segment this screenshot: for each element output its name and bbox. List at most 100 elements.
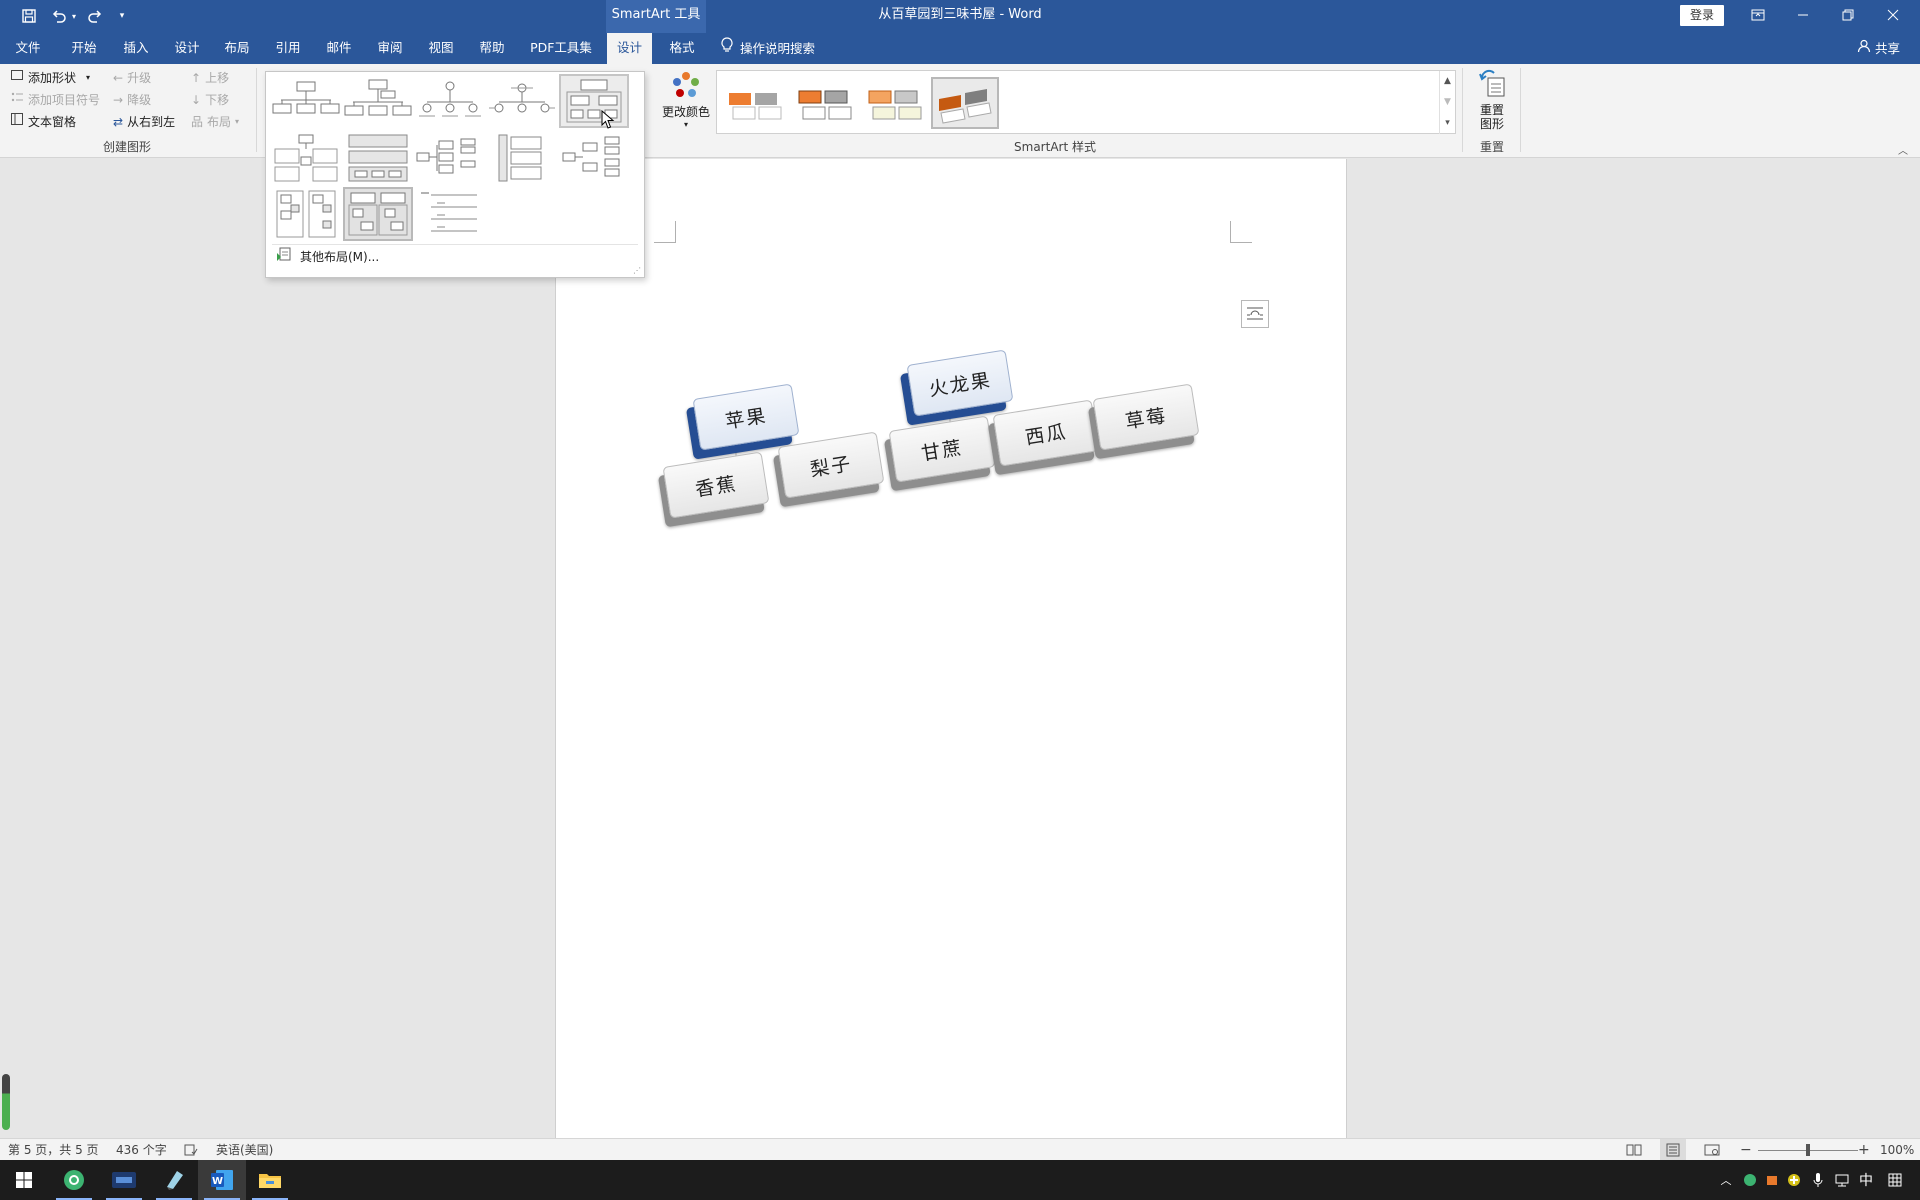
windows-start-icon[interactable] xyxy=(0,1160,48,1200)
network-icon[interactable] xyxy=(1832,1160,1852,1200)
create-graphic-group-label: 创建图形 xyxy=(102,140,151,154)
word-count[interactable]: 436 个字 xyxy=(116,1139,167,1161)
zoom-out-button[interactable]: − xyxy=(1740,1139,1752,1161)
web-layout-icon[interactable] xyxy=(1704,1139,1720,1161)
smartart-styles-group-label: SmartArt 样式 xyxy=(1014,140,1096,154)
layout-thumbnail[interactable] xyxy=(343,74,413,128)
gallery-scroll-down-icon[interactable]: ▼ xyxy=(1439,92,1455,113)
tray-security-icon[interactable] xyxy=(1762,1160,1782,1200)
minimize-icon[interactable] xyxy=(1780,0,1825,30)
zoom-slider[interactable] xyxy=(1758,1139,1858,1161)
layout-thumbnail[interactable] xyxy=(415,187,485,241)
change-colors-button[interactable]: 更改颜色 ▾ xyxy=(660,70,712,136)
tab-references[interactable]: 引用 xyxy=(264,33,312,64)
document-page[interactable]: 火龙果 苹果 香蕉 梨子 甘蔗 西瓜 草莓 xyxy=(555,159,1347,1139)
login-button[interactable]: 登录 xyxy=(1680,5,1724,26)
right-to-left-button[interactable]: ⇄ 从右到左 xyxy=(113,112,175,132)
tab-insert[interactable]: 插入 xyxy=(112,33,160,64)
style-thumbnail-selected[interactable] xyxy=(931,77,999,129)
add-shape-label: 添加形状 xyxy=(28,71,77,85)
share-button[interactable]: 共享 xyxy=(1857,33,1900,64)
file-explorer-icon[interactable] xyxy=(246,1160,294,1200)
tray-app-icon[interactable] xyxy=(1740,1160,1760,1200)
demote-button[interactable]: → 降级 xyxy=(113,90,151,110)
tab-design[interactable]: 设计 xyxy=(163,33,211,64)
close-icon[interactable] xyxy=(1870,0,1915,30)
layout-gallery-dropdown: 其他布局(M)... ⋰ xyxy=(265,71,645,278)
resize-grip-icon[interactable]: ⋰ xyxy=(633,266,641,275)
smartart-graphic[interactable]: 火龙果 苹果 香蕉 梨子 甘蔗 西瓜 草莓 xyxy=(656,349,1216,539)
layout-thumbnail[interactable] xyxy=(487,74,557,128)
layout-thumbnail[interactable] xyxy=(271,74,341,128)
undo-dropdown-icon[interactable]: ▾ xyxy=(69,6,79,26)
move-up-button[interactable]: ↑ 上移 xyxy=(191,68,229,88)
tell-me-search[interactable]: 操作说明搜索 xyxy=(720,33,840,64)
more-layouts-menu-item[interactable]: 其他布局(M)... xyxy=(272,244,638,268)
chevron-down-icon: ▾ xyxy=(86,73,91,82)
tab-mailings[interactable]: 邮件 xyxy=(315,33,363,64)
browser-app-icon[interactable] xyxy=(50,1160,98,1200)
gallery-expand-icon[interactable]: ▾ xyxy=(1439,113,1455,134)
layout-thumbnail[interactable] xyxy=(271,187,341,241)
add-shape-button[interactable]: 添加形状 ▾ xyxy=(10,68,90,88)
tab-review[interactable]: 审阅 xyxy=(366,33,414,64)
tray-update-icon[interactable] xyxy=(1784,1160,1804,1200)
style-thumbnail[interactable] xyxy=(721,77,789,129)
layout-thumbnail[interactable] xyxy=(487,131,557,185)
zoom-level[interactable]: 100% xyxy=(1880,1139,1914,1161)
layout-thumbnail-hovered[interactable] xyxy=(559,74,629,129)
save-icon[interactable] xyxy=(18,6,40,26)
move-down-button[interactable]: ↓ 下移 xyxy=(191,90,229,110)
tab-view[interactable]: 视图 xyxy=(417,33,465,64)
layout-thumbnail[interactable] xyxy=(415,74,485,128)
text-pane-button[interactable]: 文本窗格 xyxy=(10,112,76,132)
add-bullet-label: 添加项目符号 xyxy=(28,93,101,107)
layout-thumbnail[interactable] xyxy=(271,131,341,185)
layout-button[interactable]: 品 布局 ▾ xyxy=(191,112,239,132)
notes-app-icon[interactable] xyxy=(150,1160,198,1200)
org-chart-icon: 品 xyxy=(191,115,204,129)
microphone-icon[interactable] xyxy=(1808,1160,1828,1200)
ribbon-display-options-icon[interactable] xyxy=(1735,0,1780,30)
taskbar: W ︿ 中 xyxy=(0,1160,1920,1200)
undo-icon[interactable] xyxy=(48,6,70,26)
language-indicator[interactable]: 英语(美国) xyxy=(216,1139,273,1161)
customize-qat-icon[interactable]: ▾ xyxy=(114,6,130,26)
group-separator xyxy=(256,68,257,152)
add-bullet-button[interactable]: 添加项目符号 xyxy=(10,90,100,110)
tab-smartart-design[interactable]: 设计 xyxy=(607,33,652,64)
tab-pdf-tools[interactable]: PDF工具集 xyxy=(522,33,600,64)
tab-help[interactable]: 帮助 xyxy=(468,33,516,64)
proofing-icon[interactable] xyxy=(184,1139,198,1161)
layout-thumbnail[interactable] xyxy=(415,131,485,185)
layout-thumbnail[interactable] xyxy=(343,131,413,185)
layout-thumbnail[interactable] xyxy=(559,131,629,185)
input-method-icon[interactable]: 中 xyxy=(1856,1160,1876,1200)
promote-button[interactable]: ← 升级 xyxy=(113,68,151,88)
style-thumbnail[interactable] xyxy=(861,77,929,129)
zoom-in-button[interactable]: + xyxy=(1858,1139,1870,1161)
style-thumbnail[interactable] xyxy=(791,77,859,129)
restore-icon[interactable] xyxy=(1825,0,1870,30)
tab-file[interactable]: 文件 xyxy=(6,33,50,64)
right-to-left-icon: ⇄ xyxy=(113,115,124,129)
read-mode-icon[interactable] xyxy=(1626,1139,1642,1161)
gallery-scroll-up-icon[interactable]: ▲ xyxy=(1439,71,1455,92)
tab-home[interactable]: 开始 xyxy=(60,33,108,64)
tab-smartart-format[interactable]: 格式 xyxy=(658,33,706,64)
layout-thumbnail-selected[interactable] xyxy=(343,187,413,241)
reset-graphic-button[interactable]: 重置图形 xyxy=(1470,68,1514,134)
layout-options-icon[interactable] xyxy=(1241,300,1269,328)
redo-icon[interactable] xyxy=(84,6,106,26)
word-app-icon[interactable]: W xyxy=(198,1160,246,1200)
reset-group-label: 重置 xyxy=(1479,140,1504,154)
show-hidden-icons-chevron[interactable]: ︿ xyxy=(1716,1160,1736,1200)
side-indicator xyxy=(2,1074,10,1130)
print-layout-icon[interactable] xyxy=(1660,1139,1686,1161)
zoom-slider-thumb[interactable] xyxy=(1806,1144,1810,1156)
page-count[interactable]: 第 5 页，共 5 页 xyxy=(8,1139,99,1161)
tab-layout[interactable]: 布局 xyxy=(213,33,261,64)
video-app-icon[interactable] xyxy=(100,1160,148,1200)
ime-grid-icon[interactable] xyxy=(1884,1160,1906,1200)
collapse-ribbon-icon[interactable]: ︿ xyxy=(1898,142,1908,157)
